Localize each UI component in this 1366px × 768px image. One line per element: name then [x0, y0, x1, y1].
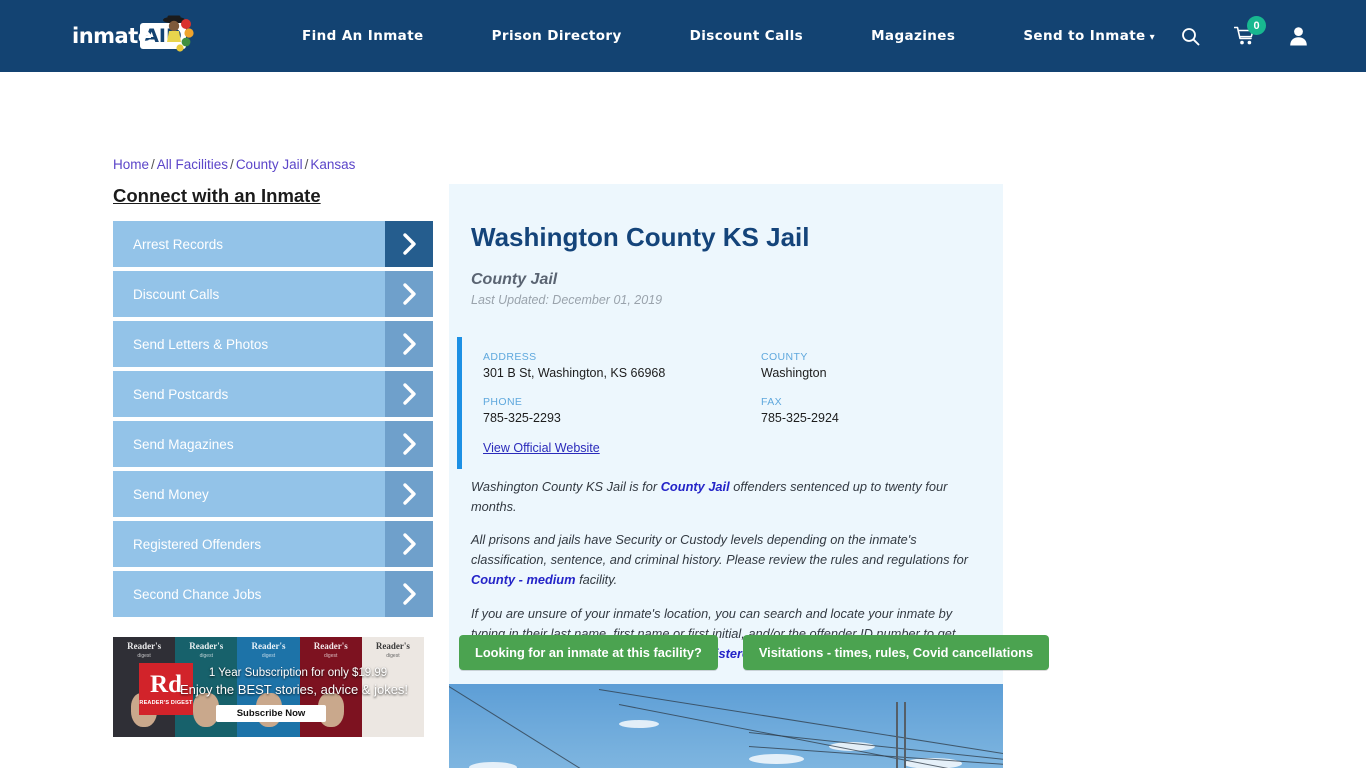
nav-label: Send to Inmate — [1023, 28, 1146, 44]
sidebar: Connect with an Inmate Arrest Records Di… — [113, 185, 433, 621]
county-field: COUNTY Washington — [761, 351, 1003, 380]
phone-value: 785-325-2293 — [483, 410, 561, 425]
sidebar-item-label: Arrest Records — [133, 236, 224, 252]
chevron-right-icon — [385, 271, 433, 317]
logo-wordmark: inmate — [72, 24, 152, 48]
cart-count-badge: 0 — [1247, 16, 1266, 35]
sidebar-item-label: Registered Offenders — [133, 536, 262, 552]
breadcrumb-item-home[interactable]: Home — [113, 157, 149, 172]
breadcrumb-separator: / — [304, 157, 309, 172]
chevron-right-icon — [385, 421, 433, 467]
address-label: ADDRESS — [483, 350, 537, 363]
ad-cover-title: Reader's — [127, 641, 162, 651]
sidebar-item-registered-offenders[interactable]: Registered Offenders — [113, 521, 433, 567]
ad-brand-name: READER'S DIGEST — [139, 699, 193, 706]
sidebar-item-discount-calls[interactable]: Discount Calls — [113, 271, 433, 317]
county-value: Washington — [761, 365, 827, 380]
ad-cover-subtitle: digest — [386, 653, 400, 660]
ad-cover-title: Reader's — [251, 641, 286, 651]
nav-item-send-to-inmate[interactable]: Send to Inmate ▾ — [989, 28, 1189, 44]
sidebar-item-arrest-records[interactable]: Arrest Records — [113, 221, 433, 267]
description-paragraph-2: All prisons and jails have Security or C… — [471, 530, 981, 589]
paragraph-text: facility. — [575, 572, 618, 588]
county-label: COUNTY — [761, 350, 808, 363]
county-jail-link[interactable]: County Jail — [661, 479, 730, 494]
sidebar-item-label: Send Money — [133, 486, 209, 502]
fax-field: FAX 785-325-2924 — [761, 396, 1003, 425]
ad-cover-subtitle: digest — [324, 653, 338, 660]
sidebar-item-send-postcards[interactable]: Send Postcards — [113, 371, 433, 417]
advertisement-banner[interactable]: Reader's digest Reader's digest Reader's… — [113, 637, 424, 737]
contact-details-block: ADDRESS 301 B St, Washington, KS 66968 C… — [457, 336, 1003, 469]
primary-navigation: Find An Inmate Prison Directory Discount… — [268, 28, 1189, 44]
ad-cover-subtitle: digest — [137, 653, 151, 660]
user-account-icon[interactable] — [1289, 26, 1308, 46]
nav-item-discount-calls[interactable]: Discount Calls — [656, 28, 837, 44]
breadcrumb: Home / All Facilities / County Jail / Kansas — [113, 157, 355, 172]
sidebar-item-label: Second Chance Jobs — [133, 586, 262, 602]
sidebar-item-label: Send Letters & Photos — [133, 336, 269, 352]
logo-mascot-icon — [163, 15, 194, 52]
breadcrumb-item-all-facilities[interactable]: All Facilities — [157, 157, 228, 172]
visitations-info-button[interactable]: Visitations - times, rules, Covid cancel… — [742, 635, 1050, 670]
site-header: inmate AID Find An Inmate Prison Directo… — [0, 0, 1366, 72]
nav-item-magazines[interactable]: Magazines — [837, 28, 989, 44]
nav-label: Prison Directory — [491, 28, 622, 44]
page-title: Washington County KS Jail — [471, 222, 810, 253]
description-paragraph-1: Washington County KS Jail is for County … — [471, 477, 981, 517]
chevron-right-icon — [385, 221, 433, 267]
breadcrumb-separator: / — [230, 157, 234, 172]
address-field: ADDRESS 301 B St, Washington, KS 66968 — [483, 351, 761, 380]
facility-info-panel: Washington County KS Jail County Jail La… — [449, 184, 1003, 704]
chevron-right-icon — [385, 371, 433, 417]
looking-for-inmate-button[interactable]: Looking for an inmate at this facility? — [459, 635, 718, 670]
chevron-right-icon — [385, 571, 433, 617]
paragraph-text: Washington County KS Jail is for — [471, 478, 661, 494]
chevron-down-icon: ▾ — [1149, 32, 1156, 43]
ad-cover-title: Reader's — [313, 641, 348, 651]
phone-label: PHONE — [483, 395, 523, 408]
fax-value: 785-325-2924 — [761, 410, 839, 425]
ad-subheadline: Enjoy the BEST stories, advice & jokes! — [179, 682, 409, 697]
ad-cover-title: Reader's — [189, 641, 224, 651]
nav-label: Find An Inmate — [302, 28, 424, 44]
facility-street-view-photo — [449, 684, 1003, 768]
sidebar-heading: Connect with an Inmate — [113, 185, 321, 206]
ad-cover-subtitle: digest — [261, 653, 276, 660]
sidebar-item-send-magazines[interactable]: Send Magazines — [113, 421, 433, 467]
breadcrumb-item-kansas[interactable]: Kansas — [310, 157, 355, 172]
cta-button-row: Looking for an inmate at this facility? … — [459, 635, 1050, 670]
ad-cover-subtitle: digest — [199, 653, 213, 660]
paragraph-text: All prisons and jails have Security or C… — [471, 532, 968, 568]
chevron-right-icon — [385, 321, 433, 367]
official-website-link[interactable]: View Official Website — [483, 441, 1003, 455]
county-medium-link[interactable]: County - medium — [471, 572, 576, 587]
search-icon[interactable] — [1181, 27, 1200, 46]
last-updated-text: Last Updated: December 01, 2019 — [471, 292, 663, 307]
nav-label: Discount Calls — [689, 28, 804, 44]
sidebar-item-second-chance-jobs[interactable]: Second Chance Jobs — [113, 571, 433, 617]
fax-label: FAX — [761, 395, 783, 408]
sidebar-item-send-letters-photos[interactable]: Send Letters & Photos — [113, 321, 433, 367]
address-value: 301 B St, Washington, KS 66968 — [483, 365, 666, 380]
breadcrumb-separator: / — [151, 157, 155, 172]
chevron-right-icon — [385, 471, 433, 517]
nav-item-find-an-inmate[interactable]: Find An Inmate — [268, 28, 458, 44]
chevron-right-icon — [385, 521, 433, 567]
sidebar-item-send-money[interactable]: Send Money — [113, 471, 433, 517]
sidebar-item-label: Send Magazines — [133, 436, 234, 452]
site-logo[interactable]: inmate AID — [72, 14, 194, 58]
sidebar-item-label: Send Postcards — [133, 386, 229, 402]
nav-label: Magazines — [871, 28, 956, 44]
ad-cover-title: Reader's — [375, 641, 410, 651]
header-icon-group: 0 — [1181, 0, 1308, 72]
facility-type-label: County Jail — [471, 270, 558, 288]
ad-subscribe-button[interactable]: Subscribe Now — [216, 705, 326, 722]
nav-item-prison-directory[interactable]: Prison Directory — [458, 28, 656, 44]
breadcrumb-item-county-jail[interactable]: County Jail — [236, 157, 303, 172]
cart-icon[interactable]: 0 — [1234, 16, 1266, 46]
phone-field: PHONE 785-325-2293 — [483, 396, 761, 425]
ad-headline: 1 Year Subscription for only $19.99 — [208, 667, 388, 679]
sidebar-item-label: Discount Calls — [133, 286, 220, 302]
